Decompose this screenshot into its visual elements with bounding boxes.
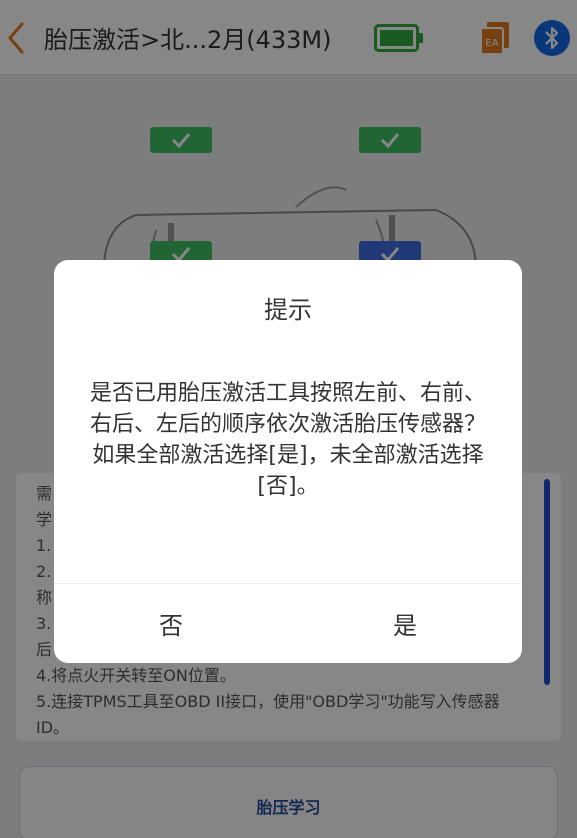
dialog-title: 提示	[264, 296, 312, 324]
no-button[interactable]: 否	[54, 584, 288, 663]
yes-button[interactable]: 是	[288, 584, 522, 663]
dialog-message: 是否已用胎压激活工具按照左前、右前、右后、左后的顺序依次激活胎压传感器？如果全部…	[89, 381, 486, 499]
confirm-dialog: 提示 是否已用胎压激活工具按照左前、右前、右后、左后的顺序依次激活胎压传感器？如…	[54, 260, 522, 663]
